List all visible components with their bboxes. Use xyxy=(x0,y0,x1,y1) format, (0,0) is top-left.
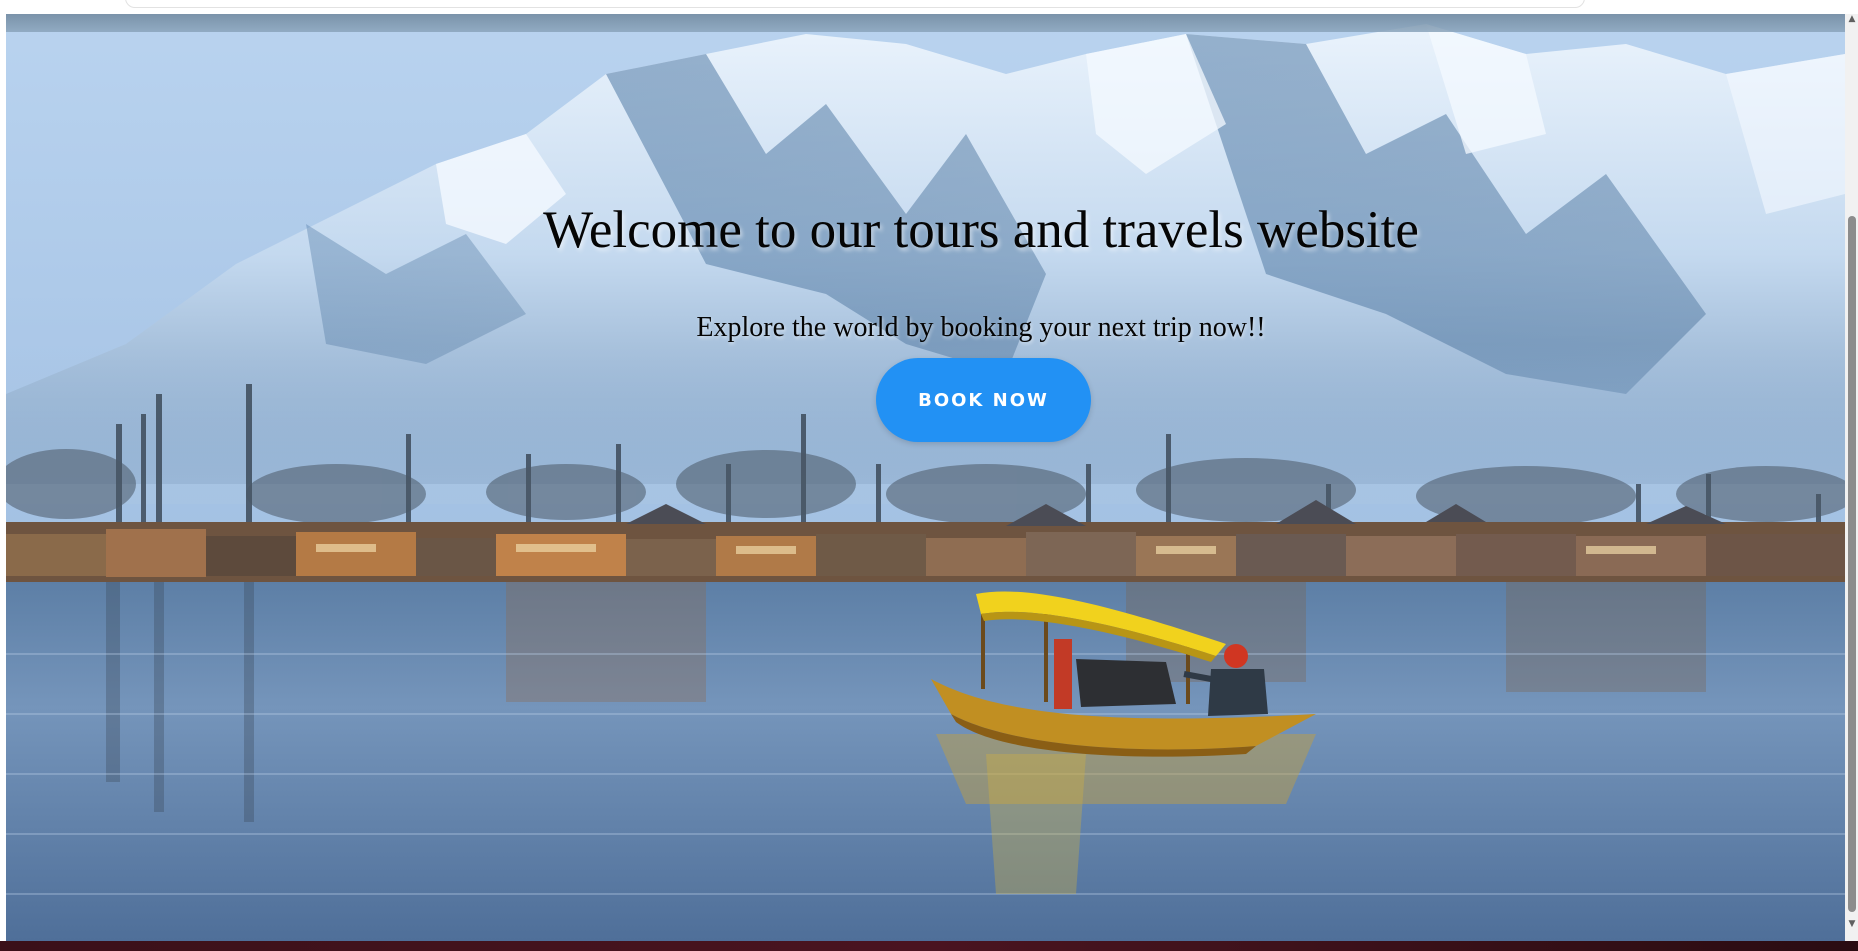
search-bar-edge xyxy=(125,0,1585,8)
hero-subtitle: Explore the world by booking your next t… xyxy=(696,312,1266,343)
scrollbar-thumb[interactable] xyxy=(1848,216,1856,912)
book-now-button[interactable]: BOOK NOW xyxy=(876,358,1091,442)
top-fade-overlay xyxy=(6,14,1845,32)
hero-background-image xyxy=(6,14,1845,941)
hero-section: Welcome to our tours and travels website… xyxy=(6,14,1845,941)
hero-title: Welcome to our tours and travels website xyxy=(543,201,1419,259)
scroll-up-arrow-icon[interactable]: ▲ xyxy=(1847,14,1857,24)
bottom-section-edge xyxy=(0,941,1858,951)
scroll-down-arrow-icon[interactable]: ▼ xyxy=(1847,919,1857,929)
